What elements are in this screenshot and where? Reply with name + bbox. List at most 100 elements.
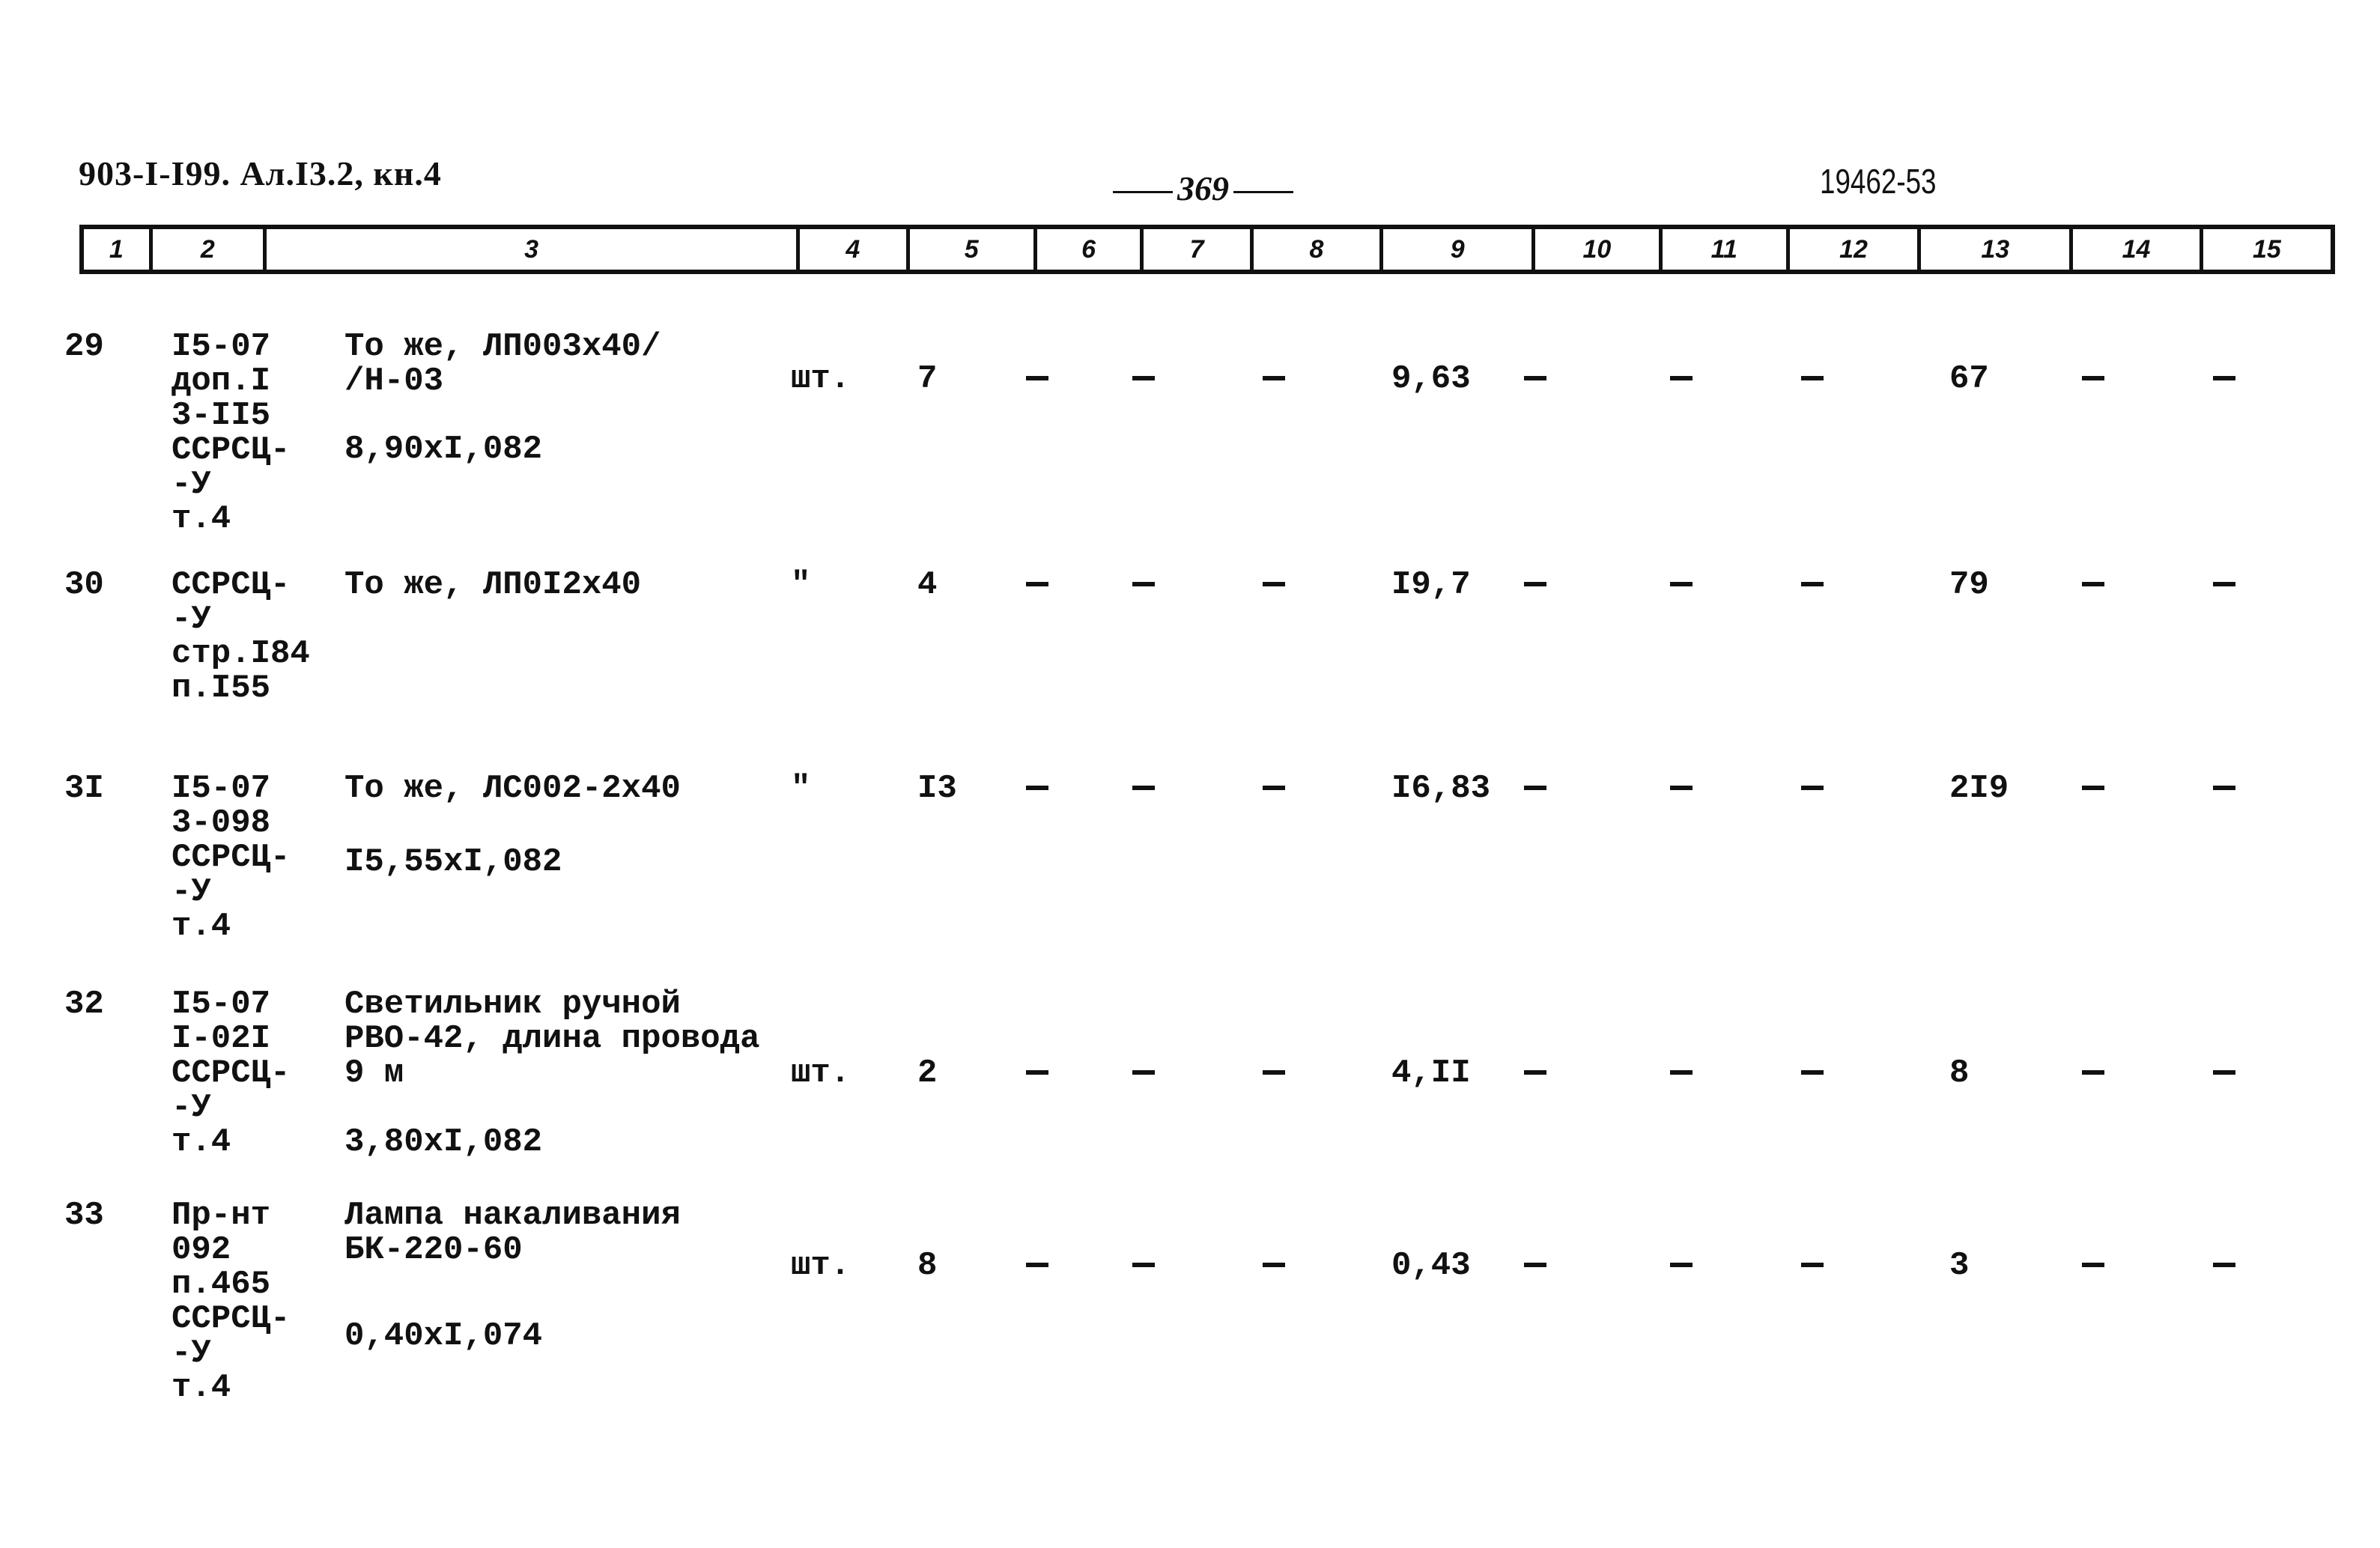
reference-code: Пр-нт 092 п.465 ССРСЦ- -У т.4 [171,1197,291,1406]
cell-c8 [1263,362,1285,396]
dash-mark [1524,786,1546,791]
cell-unit: шт. [791,1247,851,1284]
dash-mark [2213,1070,2235,1075]
cell-c14 [2082,1056,2104,1090]
cell-c7 [1132,568,1155,602]
cell-unit: " [791,566,811,604]
dash-mark [1132,786,1155,791]
column-number-15: 15 [2252,234,2281,264]
dash-mark [2213,376,2235,381]
dash-mark [1026,1263,1048,1268]
dash-mark [1263,1070,1285,1075]
cell-c13: 67 [1949,360,1989,398]
cell-c9: 4,II [1391,1054,1471,1092]
column-number-12: 12 [1790,229,1922,270]
column-number-7: 7 [1144,229,1254,270]
dash-mark [1670,582,1693,587]
cell-c6 [1026,568,1048,602]
item-description: То же, ЛП003х40/ /Н-03 [344,328,661,400]
cell-unit: шт. [791,1054,851,1092]
dash-mark [1026,376,1048,381]
cell-c15 [2213,1248,2235,1283]
cell-c6 [1026,1248,1048,1283]
cell-c7 [1132,1248,1155,1283]
cell-c7 [1132,771,1155,806]
cell-c6 [1026,1056,1048,1090]
price-calculation: 3,80хI,082 [344,1123,543,1161]
dash-mark [1801,786,1824,791]
cell-c5: 4 [917,566,938,604]
item-description: То же, ЛП0I2х40 [344,566,642,604]
cell-c14 [2082,568,2104,602]
cell-c8 [1263,1056,1285,1090]
cell-c8 [1263,1248,1285,1283]
price-calculation: 8,90хI,082 [344,431,543,468]
cell-c15 [2213,1056,2235,1090]
dash-mark [2082,1070,2104,1075]
cell-c5: I3 [917,770,957,807]
dash-mark [1670,786,1693,791]
reference-code: ССРСЦ- -У стр.I84 п.I55 [171,566,310,707]
dash-mark [1263,582,1285,587]
item-description: Лампа накаливания БК-220-60 [344,1197,681,1269]
dash-mark [1670,1263,1693,1268]
column-number-6: 6 [1037,229,1144,270]
dash-mark [2213,786,2235,791]
dash-mark [1026,582,1048,587]
cell-c10 [1524,362,1546,396]
dash-mark [1524,582,1546,587]
dash-mark [1801,1263,1824,1268]
cell-c13: 3 [1949,1247,1970,1284]
reference-code: I5-07 3-098 ССРСЦ- -У т.4 [171,770,291,945]
cell-c14 [2082,1248,2104,1283]
cell-c5: 8 [917,1247,938,1284]
dash-mark [2213,582,2235,587]
column-number-3: 3 [267,229,801,270]
dash-mark [1132,1070,1155,1075]
row-number: 30 [64,566,104,604]
document-code: 903-I-I99. Ал.I3.2, кн.4 [79,154,442,192]
dash-mark [1132,582,1155,587]
column-number-9: 9 [1383,229,1536,270]
cell-c11 [1670,1248,1693,1283]
column-number-4: 4 [800,229,910,270]
row-number: 32 [64,986,104,1023]
cell-c5: 7 [917,360,938,398]
cell-c12 [1801,1056,1824,1090]
dash-mark [1026,1070,1048,1075]
cell-c11 [1670,1056,1693,1090]
cell-c10 [1524,771,1546,806]
cell-c12 [1801,1248,1824,1283]
dash-mark [1801,582,1824,587]
item-description: То же, ЛС002-2х40 [344,770,681,807]
cell-c11 [1670,771,1693,806]
dash-mark [1263,786,1285,791]
column-number-5: 5 [910,229,1037,270]
cell-c12 [1801,362,1824,396]
cell-unit: " [791,770,811,807]
cell-c14 [2082,362,2104,396]
row-number: 29 [64,328,104,365]
dash-mark [1524,1070,1546,1075]
cell-c14 [2082,771,2104,806]
dash-mark [1132,1263,1155,1268]
price-calculation: 0,40хI,074 [344,1317,543,1355]
row-number: 33 [64,1197,104,1234]
dash-mark [2082,582,2104,587]
cell-c13: 2I9 [1949,770,2009,807]
dash-mark [1026,786,1048,791]
dash-mark [2082,1263,2104,1268]
cell-c12 [1801,771,1824,806]
dash-mark [1132,376,1155,381]
cell-c9: 9,63 [1391,360,1471,398]
cell-c15 [2213,568,2235,602]
column-number-10: 10 [1535,229,1663,270]
cell-c12 [1801,568,1824,602]
cell-unit: шт. [791,360,851,398]
dash-mark [2213,1263,2235,1268]
reference-code: I5-07 I-02I ССРСЦ- -У т.4 [171,986,291,1161]
dash-mark [1263,1263,1285,1268]
cell-c6 [1026,771,1048,806]
cell-c7 [1132,1056,1155,1090]
cell-c6 [1026,362,1048,396]
